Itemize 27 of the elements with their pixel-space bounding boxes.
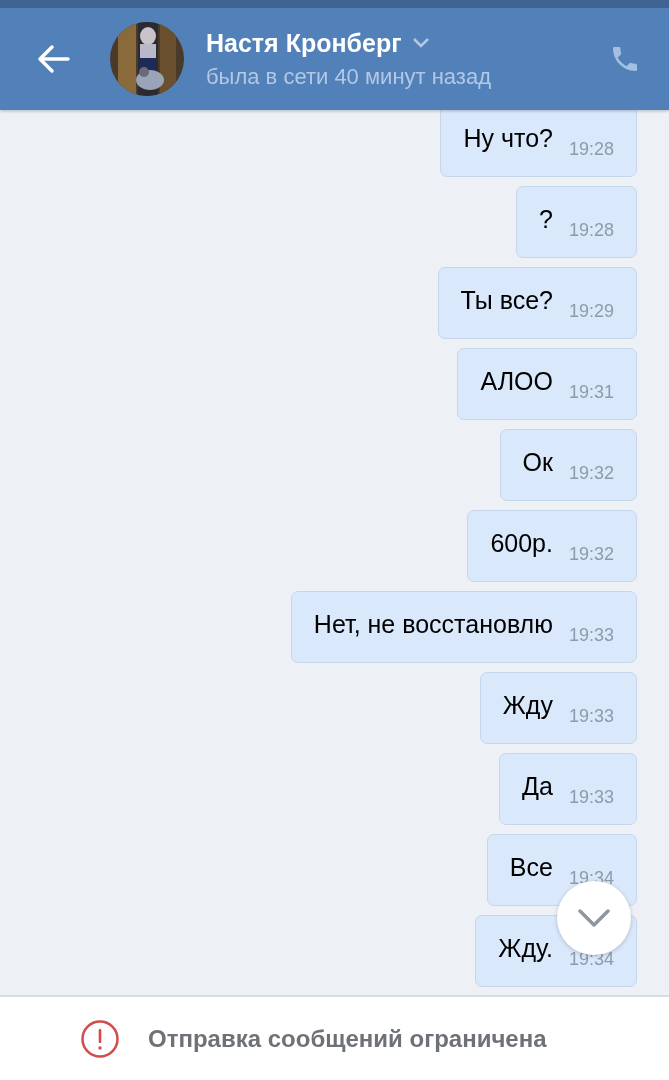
message-time: 19:28	[568, 220, 614, 241]
message-text: Ну что?	[463, 124, 553, 153]
warning-icon	[80, 1018, 120, 1059]
message-time: 19:33	[568, 625, 614, 646]
message-text: Все	[509, 853, 553, 882]
message-text: ?	[539, 205, 553, 234]
message-text: Жду	[502, 691, 553, 720]
message-time: 19:31	[568, 382, 614, 403]
message-time: 19:33	[568, 787, 614, 808]
message-time: 19:32	[568, 544, 614, 565]
message-time: 19:32	[568, 463, 614, 484]
message-text: 600р.	[490, 529, 553, 558]
message-text: Ты все?	[460, 286, 553, 315]
message-text: Нет, не восстановлю	[313, 610, 553, 639]
message-text: Да	[522, 772, 553, 801]
message-text: Ок	[522, 448, 553, 477]
chevron-down-icon	[578, 909, 610, 927]
message-time: 19:33	[568, 706, 614, 727]
message-text: Жду.	[498, 934, 553, 963]
message-time: 19:29	[568, 301, 614, 322]
back-arrow-icon[interactable]	[36, 44, 70, 74]
message-text: АЛОО	[480, 367, 553, 396]
message-time: 19:28	[568, 139, 614, 160]
chevron-down-icon[interactable]	[411, 37, 430, 49]
last-seen-status: была в сети 40 минут назад	[206, 63, 492, 90]
restriction-notice: Отправка сообщений ограничена	[148, 1024, 547, 1053]
contact-name[interactable]: Настя Кронберг	[206, 28, 402, 58]
